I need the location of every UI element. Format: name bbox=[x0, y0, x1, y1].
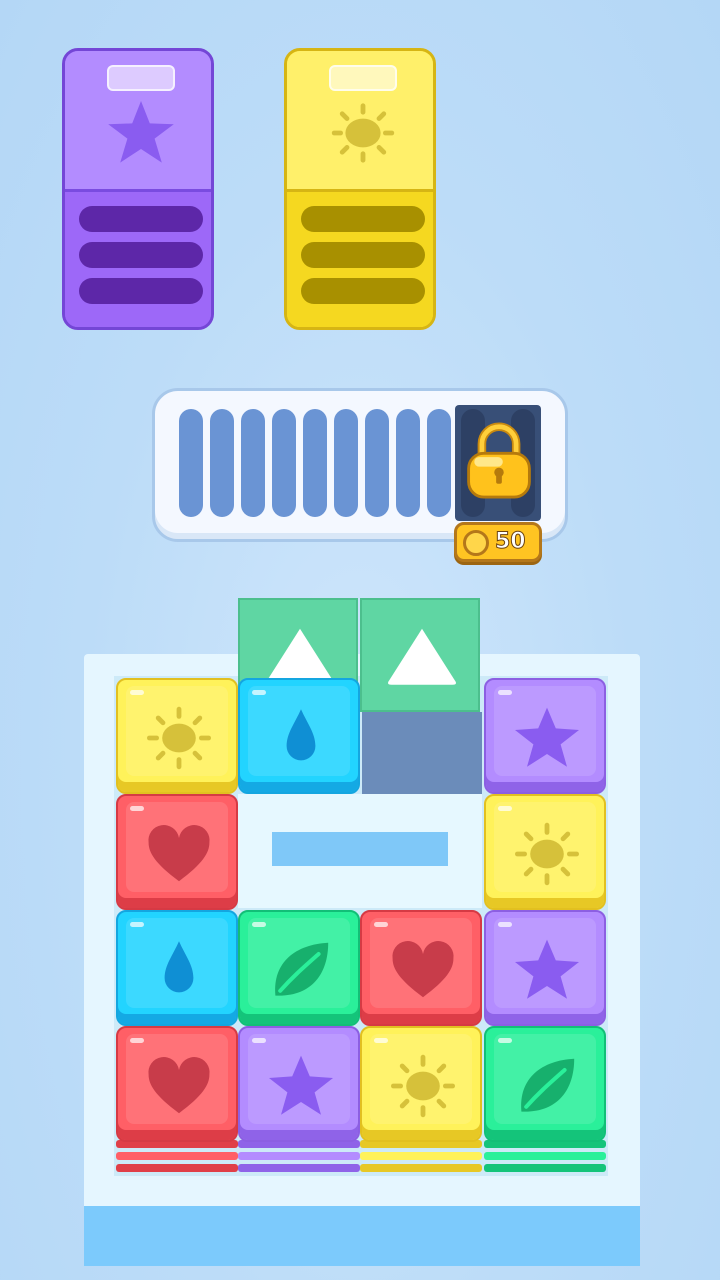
tile-green-leaf[interactable] bbox=[484, 1026, 606, 1142]
tile-stack-layer bbox=[484, 1152, 606, 1160]
tile-yellow-sun[interactable] bbox=[360, 1026, 482, 1142]
collector-slots bbox=[287, 189, 433, 327]
star-icon bbox=[269, 1055, 333, 1115]
queue-slot bbox=[303, 409, 327, 517]
unlock-price-badge[interactable]: 50 bbox=[454, 522, 542, 562]
tile-stack-layer bbox=[238, 1152, 360, 1160]
queue-slot bbox=[334, 409, 358, 517]
heart-icon bbox=[392, 941, 454, 998]
queue-slot bbox=[272, 409, 296, 517]
star-icon bbox=[515, 939, 579, 999]
queue-slot bbox=[179, 409, 203, 517]
tile-queue bbox=[152, 388, 568, 542]
collector-slot bbox=[79, 278, 203, 304]
drop-icon bbox=[164, 941, 194, 993]
star-icon bbox=[515, 707, 579, 767]
queue-slot bbox=[210, 409, 234, 517]
tile-cyan-drop[interactable] bbox=[238, 678, 360, 794]
tile-cyan-drop[interactable] bbox=[116, 910, 238, 1026]
tile-purple-star[interactable] bbox=[484, 910, 606, 1026]
collector-slots bbox=[65, 189, 211, 327]
collector-clip bbox=[329, 65, 397, 91]
coin-icon bbox=[463, 530, 489, 556]
heart-icon bbox=[148, 1057, 210, 1114]
collector-slot bbox=[301, 242, 425, 268]
collector-slot bbox=[79, 206, 203, 232]
collector-yellow-sun[interactable] bbox=[284, 48, 436, 330]
tile-stack-layer bbox=[360, 1164, 482, 1172]
sun-icon bbox=[147, 706, 212, 770]
tile-purple-star[interactable] bbox=[484, 678, 606, 794]
queue-slot bbox=[241, 409, 265, 517]
tile-yellow-sun[interactable] bbox=[116, 678, 238, 794]
heart-icon bbox=[148, 825, 210, 882]
tile-red-heart[interactable] bbox=[360, 910, 482, 1026]
board-shadow-cell bbox=[362, 712, 482, 794]
tile-purple-star[interactable] bbox=[238, 1026, 360, 1142]
queue-slot bbox=[365, 409, 389, 517]
star-icon bbox=[108, 101, 174, 163]
collector-slot bbox=[301, 278, 425, 304]
leaf-icon bbox=[275, 942, 329, 996]
leaf-icon bbox=[521, 1058, 575, 1112]
collector-clip bbox=[107, 65, 175, 91]
tile-yellow-sun[interactable] bbox=[484, 794, 606, 910]
sun-icon bbox=[391, 1054, 455, 1118]
tile-green-leaf[interactable] bbox=[238, 910, 360, 1026]
entrance-arrow-tile[interactable] bbox=[360, 598, 480, 712]
tile-stack-layer bbox=[116, 1164, 238, 1172]
sun-icon bbox=[515, 822, 579, 886]
tile-red-heart[interactable] bbox=[116, 794, 238, 910]
tile-stack-layer bbox=[116, 1152, 238, 1160]
collector-slot bbox=[301, 206, 425, 232]
tile-stack-layer bbox=[484, 1164, 606, 1172]
unlock-price: 50 bbox=[495, 529, 527, 555]
collector-slot bbox=[79, 242, 203, 268]
board-divider bbox=[272, 832, 448, 866]
tile-stack-layer bbox=[238, 1164, 360, 1172]
padlock-icon[interactable] bbox=[461, 417, 537, 503]
queue-slot bbox=[396, 409, 420, 517]
queue-slot bbox=[427, 409, 451, 517]
collector-purple-star[interactable] bbox=[62, 48, 214, 330]
tile-stack-layer bbox=[360, 1152, 482, 1160]
sun-icon bbox=[331, 103, 395, 163]
up-arrow-icon bbox=[388, 628, 456, 685]
tile-red-heart[interactable] bbox=[116, 1026, 238, 1142]
drop-icon bbox=[286, 709, 316, 761]
board-base bbox=[84, 1206, 640, 1266]
